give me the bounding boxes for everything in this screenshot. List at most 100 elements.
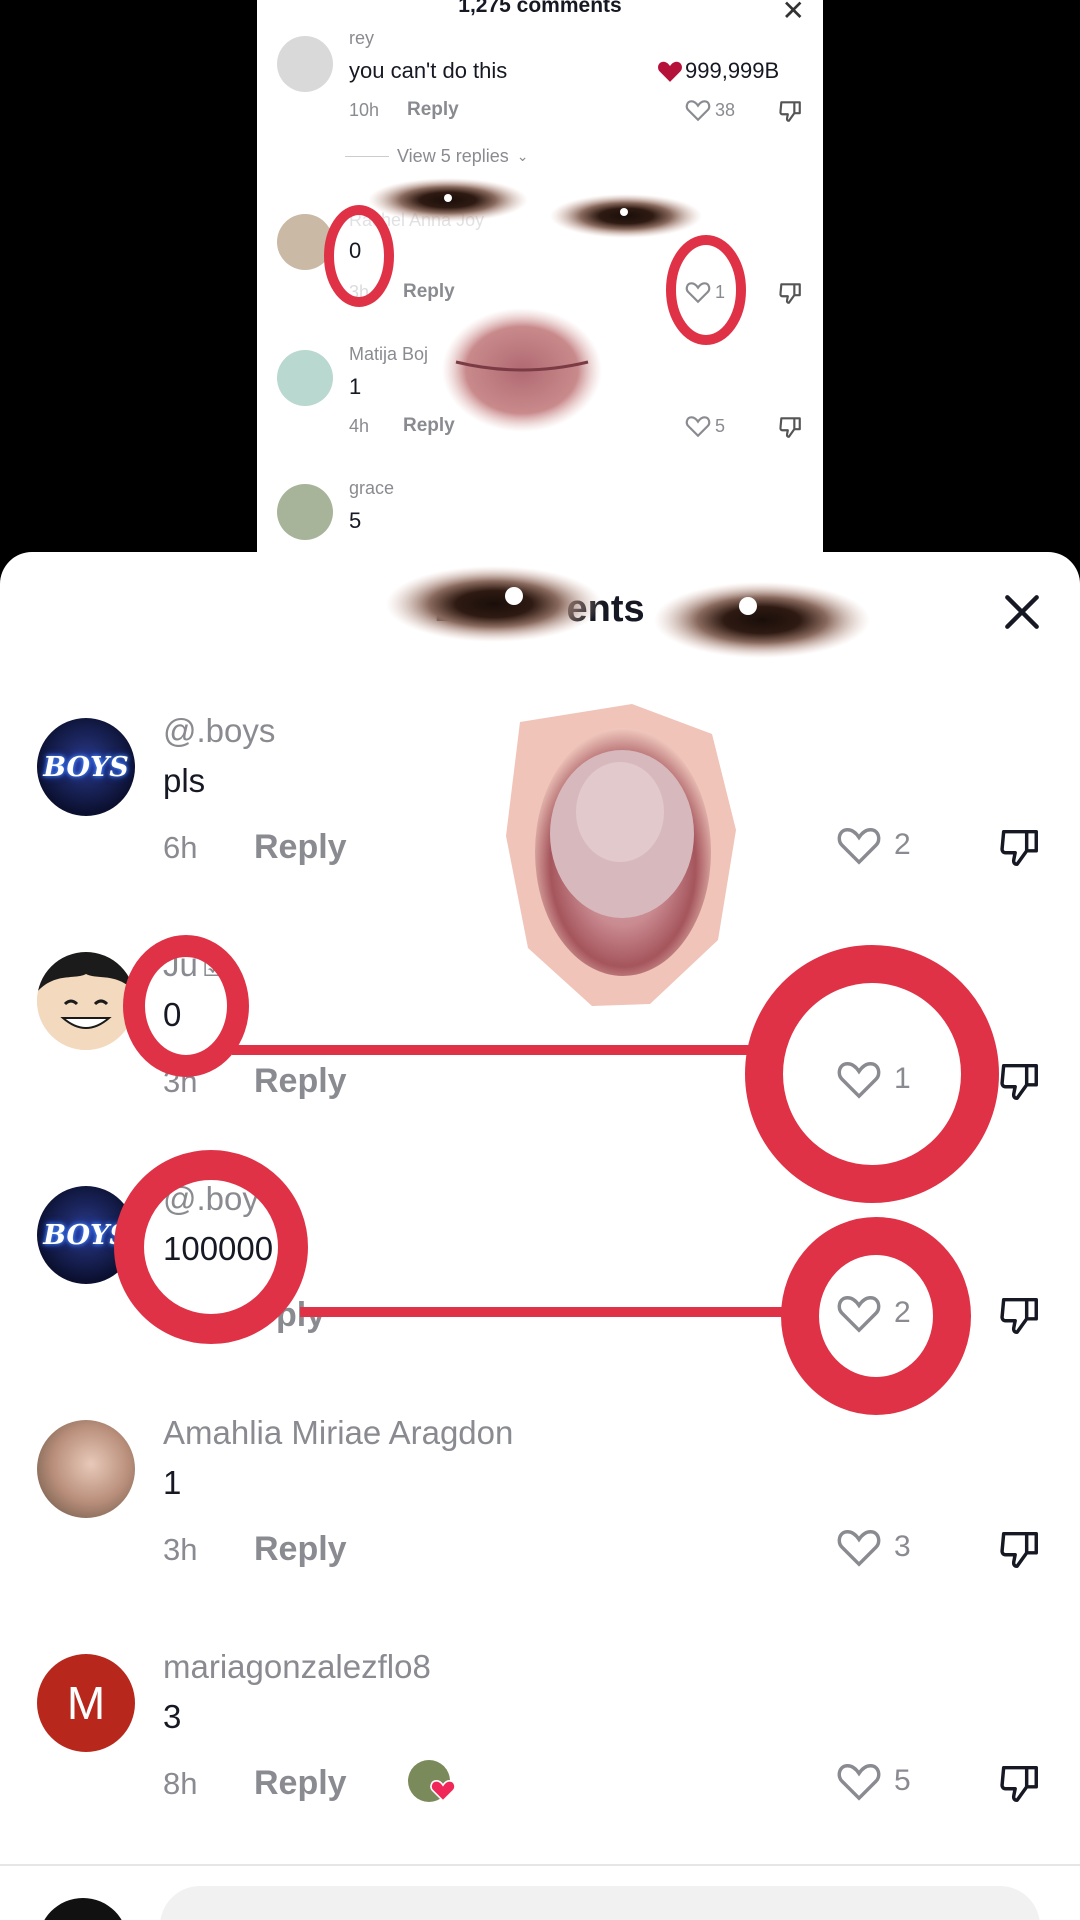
comment-text: 0 (163, 996, 182, 1033)
like-count: 1 (894, 1062, 911, 1095)
creator-liked-badge (408, 1760, 458, 1806)
embedded-like-count: 5 (715, 415, 726, 436)
chevron-down-icon: ⌄ (516, 148, 529, 164)
add-comment-input[interactable] (160, 1886, 1040, 1920)
embedded-comment-name: rey (349, 28, 375, 48)
like-button[interactable]: 2 (836, 824, 911, 866)
comment-text: 1 (163, 1464, 182, 1501)
comment-text: 3 (163, 1698, 182, 1735)
heart-outline-icon (837, 1530, 881, 1567)
comment-time: 3h (163, 1532, 198, 1567)
embedded-special-likes-value: 999,999B (685, 58, 780, 83)
bottom-divider (0, 1864, 1080, 1866)
heart-outline-icon (685, 100, 711, 122)
comment-item: Amahlia Miriae Aragdon 1 3h Reply 3 (0, 1400, 1080, 1630)
embedded-close-icon: ✕ (781, 0, 805, 26)
comment-item: Ju ☑ 0 3h Reply 1 (0, 932, 1080, 1162)
embedded-avatar (277, 214, 333, 270)
embedded-reply-button: Reply (403, 281, 455, 302)
comment-username-text: Ju (163, 946, 198, 983)
embedded-comment-text: 5 (349, 508, 362, 533)
reply-button[interactable]: ply (276, 1296, 325, 1335)
dislike-icon (779, 417, 801, 438)
comment-text: pls (163, 762, 206, 799)
heart-outline-icon (837, 1296, 881, 1333)
heart-filled-icon (430, 1779, 456, 1802)
checkbox-icon: ☑ (201, 951, 227, 982)
heart-outline-icon (685, 416, 711, 438)
embedded-comments-screenshot: 1,275 comments ✕ rey you can't do this 9… (257, 0, 823, 560)
embedded-comments-title: 1,275 comments (458, 0, 622, 17)
avatar[interactable]: M (37, 1654, 135, 1752)
embedded-reply-button: Reply (403, 415, 455, 436)
reply-button[interactable]: Reply (254, 1764, 347, 1803)
dislike-icon[interactable] (996, 1526, 1042, 1572)
like-count: 3 (894, 1530, 911, 1563)
comment-time: 6h (163, 830, 198, 865)
like-button[interactable]: 2 (836, 1292, 911, 1334)
comments-sheet: 2 ents BOYS @.boys pls 6h Reply 2 Ju ☑ 0… (0, 552, 1080, 1920)
embedded-like-count: 38 (715, 99, 736, 120)
close-icon[interactable] (1000, 590, 1044, 634)
comment-username[interactable]: @.boy (163, 1180, 259, 1218)
embedded-like: 38 (685, 98, 735, 122)
reply-button[interactable]: Reply (254, 1530, 347, 1569)
comments-title-prefix: 2 (435, 588, 457, 630)
dislike-icon[interactable] (996, 1760, 1042, 1806)
comments-title: 2 ents (0, 588, 1080, 631)
embedded-comment-name: Matija Boj (349, 344, 429, 364)
comment-username[interactable]: Amahlia Miriae Aragdon (163, 1414, 513, 1452)
like-count: 5 (894, 1764, 911, 1797)
embedded-view-replies-label: View 5 replies (397, 146, 509, 166)
like-button[interactable]: 3 (836, 1526, 911, 1568)
heart-outline-icon (837, 828, 881, 865)
avatar[interactable]: BOYS (37, 718, 135, 816)
reply-button[interactable]: Reply (254, 828, 347, 867)
embedded-avatar (277, 36, 333, 92)
comment-item: BOYS @.boys pls 6h Reply 2 (0, 698, 1080, 928)
avatar[interactable] (37, 952, 135, 1050)
embedded-like: 5 (685, 414, 725, 438)
embedded-comment-text: 0 (349, 238, 362, 263)
like-button[interactable]: 1 (836, 1058, 911, 1100)
dislike-icon (779, 283, 801, 304)
embedded-like-count: 1 (715, 281, 726, 302)
comment-username[interactable]: @.boys (163, 712, 275, 750)
embedded-comment-time: 4h (349, 416, 370, 436)
anime-avatar-icon (37, 952, 135, 1050)
heart-outline-icon (685, 282, 711, 304)
embedded-comment-time: 3h (349, 282, 370, 302)
dislike-icon[interactable] (996, 824, 1042, 870)
dislike-icon[interactable] (996, 1058, 1042, 1104)
dislike-icon (779, 101, 801, 122)
comment-username[interactable]: Ju ☑ (163, 946, 227, 984)
comment-username[interactable]: mariagonzalezflo8 (163, 1648, 431, 1686)
embedded-comment-name: Rachel Anna Joy (349, 210, 485, 230)
heart-filled-icon (658, 61, 682, 82)
comment-text: 100000 (163, 1230, 274, 1267)
comment-time: 3h (163, 1064, 198, 1099)
embedded-comment-text: 1 (349, 374, 362, 399)
avatar[interactable]: BOYS (37, 1186, 135, 1284)
embedded-reply-button: Reply (407, 99, 459, 120)
comments-title-suffix: ents (566, 588, 645, 630)
comment-item: M mariagonzalezflo8 3 8h Reply 5 (0, 1634, 1080, 1864)
embedded-view-replies: View 5 replies ⌄ (345, 146, 528, 167)
reply-button[interactable]: Reply (254, 1062, 347, 1101)
comment-item: BOYS @.boy 100000 ply 2 (0, 1166, 1080, 1396)
like-count: 2 (894, 828, 911, 861)
embedded-avatar (277, 484, 333, 540)
embedded-comment-name: grace (349, 478, 395, 498)
dislike-icon[interactable] (996, 1292, 1042, 1338)
embedded-special-likes: 999,999B (657, 58, 779, 84)
like-count: 2 (894, 1296, 911, 1329)
embedded-comment-text: you can't do this (349, 58, 508, 83)
like-button[interactable]: 5 (836, 1760, 911, 1802)
comment-time: 8h (163, 1766, 198, 1801)
heart-outline-icon (837, 1062, 881, 1099)
embedded-comment-time: 10h (349, 100, 380, 120)
avatar[interactable] (37, 1420, 135, 1518)
heart-outline-icon (837, 1764, 881, 1801)
embedded-avatar (277, 350, 333, 406)
embedded-like: 1 (685, 280, 725, 304)
